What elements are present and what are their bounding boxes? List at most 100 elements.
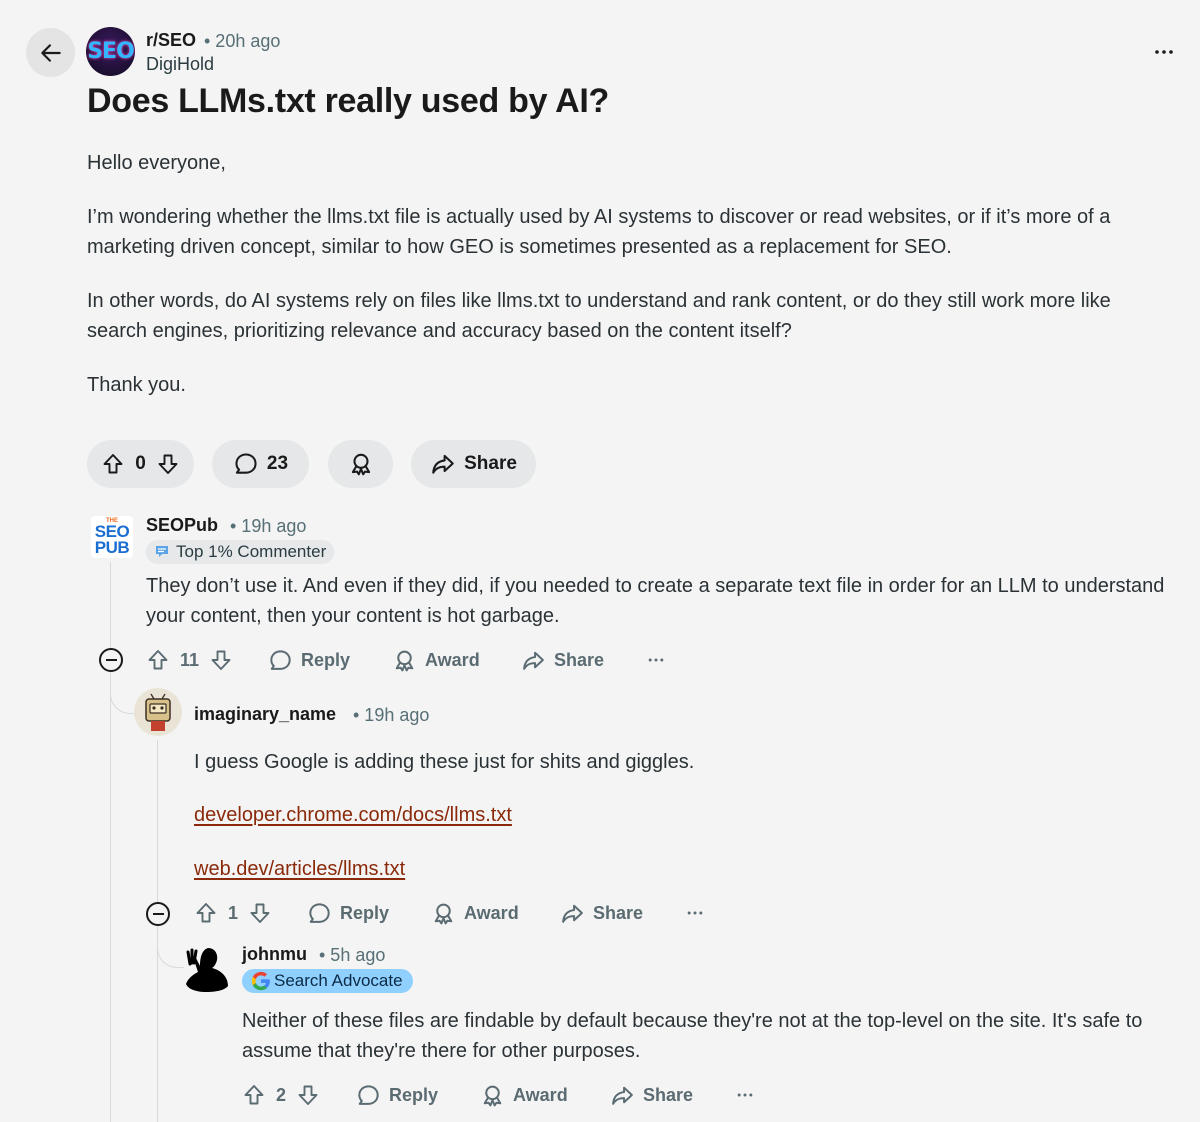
comment-link[interactable]: web.dev/articles/llms.txt <box>194 854 405 884</box>
downvote-icon[interactable] <box>209 648 233 672</box>
award-label: Award <box>513 1085 568 1105</box>
post-paragraph: Hello everyone, <box>87 152 226 174</box>
share-label: Share <box>554 650 605 670</box>
more-options-button[interactable] <box>1150 40 1178 64</box>
share-icon <box>430 451 456 477</box>
reply-label: Reply <box>389 1085 439 1105</box>
more-dots-icon <box>646 648 666 672</box>
comments-button[interactable]: 23 <box>212 440 309 488</box>
commenter-avatar[interactable] <box>184 942 232 992</box>
comment-timestamp: • 19h ago <box>230 516 307 536</box>
post-paragraph: In other words, do AI systems rely on fi… <box>87 290 1111 342</box>
comment-vote-bar: 11 <box>146 648 233 672</box>
award-label: Award <box>425 650 480 670</box>
share-icon <box>521 648 546 673</box>
comment-count: 23 <box>266 453 289 474</box>
snoo-avatar-icon <box>145 693 171 731</box>
downvote-icon[interactable] <box>296 1083 320 1107</box>
comment-vote-bar: 2 <box>242 1083 320 1107</box>
comment-vote-count: 11 <box>180 649 200 670</box>
more-options-button[interactable] <box>735 1083 755 1107</box>
comment-vote-bar: 1 <box>194 901 272 925</box>
subreddit-name[interactable]: r/SEO <box>146 30 196 51</box>
share-button[interactable]: Share <box>521 648 604 673</box>
reply-icon <box>307 901 332 926</box>
upvote-icon[interactable] <box>194 901 218 925</box>
reply-label: Reply <box>301 650 351 670</box>
upvote-icon[interactable] <box>146 648 170 672</box>
downvote-icon[interactable] <box>156 452 180 476</box>
downvote-icon[interactable] <box>248 901 272 925</box>
post-vote-count: 0 <box>135 453 146 474</box>
award-button[interactable] <box>328 440 393 488</box>
award-icon <box>348 451 374 477</box>
share-label: Share <box>593 903 644 923</box>
reply-button[interactable]: Reply <box>268 648 350 673</box>
share-icon <box>610 1083 635 1108</box>
award-icon <box>431 901 456 926</box>
user-flair: Top 1% Commenter <box>146 540 335 564</box>
thread-line <box>110 562 111 648</box>
flair-label: Top 1% Commenter <box>176 542 327 561</box>
share-label: Share <box>464 453 517 474</box>
reply-icon <box>268 648 293 673</box>
reply-label: Reply <box>340 903 390 923</box>
post-body: Hello everyone, I’m wondering whether th… <box>87 148 1172 424</box>
post-paragraph: I’m wondering whether the llms.txt file … <box>87 206 1111 258</box>
share-button[interactable]: Share <box>411 440 536 488</box>
more-dots-icon <box>1152 40 1176 64</box>
upvote-icon[interactable] <box>242 1083 266 1107</box>
comment-author[interactable]: johnmu <box>242 944 307 965</box>
commenter-avatar[interactable]: THE SEO PUB <box>91 516 133 558</box>
share-label: Share <box>643 1085 694 1105</box>
post-title: Does LLMs.txt really used by AI? <box>87 82 609 120</box>
collapse-thread-button[interactable] <box>99 648 123 672</box>
share-button[interactable]: Share <box>610 1083 693 1108</box>
post-author[interactable]: DigiHold <box>146 54 214 75</box>
award-button[interactable]: Award <box>480 1083 568 1108</box>
comment-icon <box>233 451 259 477</box>
user-flair: Search Advocate <box>242 969 413 993</box>
thread-line <box>110 672 111 1122</box>
post-timestamp: • 20h ago <box>204 31 281 51</box>
post-paragraph: Thank you. <box>87 374 186 396</box>
comment-text: They don’t use it. And even if they did,… <box>146 575 1165 627</box>
award-button[interactable]: Award <box>431 901 519 926</box>
comment-timestamp: • 5h ago <box>319 945 386 965</box>
comment-vote-count: 1 <box>228 902 239 923</box>
comment-text: I guess Google is adding these just for … <box>194 751 695 773</box>
more-options-button[interactable] <box>685 901 705 925</box>
thread-line <box>157 740 158 902</box>
more-dots-icon <box>685 901 705 925</box>
commenter-badge-icon <box>156 546 168 557</box>
reply-icon <box>356 1083 381 1108</box>
comment-link[interactable]: developer.chrome.com/docs/llms.txt <box>194 800 512 830</box>
post-vote-bar: 0 <box>87 440 194 488</box>
award-icon <box>392 648 417 673</box>
comment-author[interactable]: imaginary_name <box>194 704 336 725</box>
award-button[interactable]: Award <box>392 648 480 673</box>
comment-timestamp: • 19h ago <box>353 705 430 725</box>
silhouette-avatar-icon <box>186 948 228 992</box>
google-logo-icon <box>251 971 270 991</box>
avatar-logo-text: PUB <box>94 537 130 557</box>
comment-vote-count: 2 <box>276 1084 287 1105</box>
collapse-thread-button[interactable] <box>146 902 170 926</box>
reply-button[interactable]: Reply <box>356 1083 438 1108</box>
upvote-icon[interactable] <box>101 452 125 476</box>
reply-button[interactable]: Reply <box>307 901 389 926</box>
thread-branch <box>157 926 184 968</box>
share-button[interactable]: Share <box>560 901 643 926</box>
more-options-button[interactable] <box>646 648 666 672</box>
more-dots-icon <box>735 1083 755 1107</box>
award-icon <box>480 1083 505 1108</box>
subreddit-avatar[interactable]: SEO <box>86 27 135 76</box>
arrow-left-icon <box>40 43 61 62</box>
back-button[interactable] <box>26 28 75 77</box>
subreddit-avatar-logo: SEO <box>87 39 135 64</box>
comment-author[interactable]: SEOPub <box>146 515 218 536</box>
commenter-avatar[interactable] <box>134 688 182 736</box>
thread-branch <box>110 672 136 714</box>
comment-text: Neither of these files are findable by d… <box>242 1010 1143 1062</box>
flair-label: Search Advocate <box>274 971 403 990</box>
